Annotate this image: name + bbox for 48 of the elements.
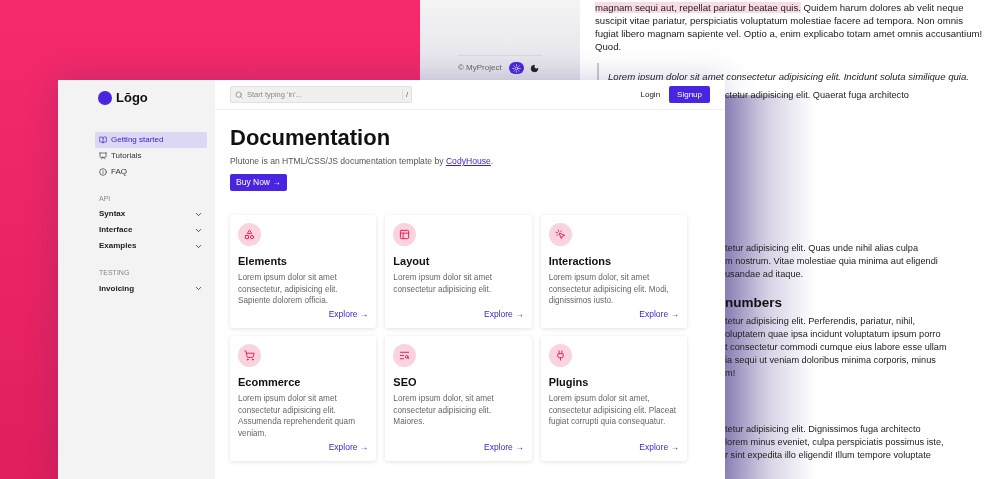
nav-item[interactable]: Tutorials — [95, 147, 207, 164]
text-line: r sint expedita illo eligendi! Illum tempore voluptate — [725, 449, 932, 462]
buy-button[interactable]: Buy Now → — [230, 173, 287, 191]
card-title: Layout — [393, 253, 431, 269]
text-line: m nostrum. Vitae molestiae quia minima aut eligendi — [725, 255, 939, 268]
card-title: SEO — [393, 374, 418, 390]
page-title: Documentation — [230, 125, 392, 151]
card-text: Lorem ipsum dolor, sit amet consectetur adipisicing elit. Modi, dignissimos iusto. — [548, 272, 670, 307]
text-line: tetur adipisicing elit. Quas unde nihil alias culpa — [725, 242, 920, 255]
explore-link[interactable]: Explore → — [328, 308, 369, 321]
nav-group[interactable]: Invoicing — [95, 280, 207, 297]
intro-text: Plutone is an HTML/CSS/JS documentation template by CodyHouse. — [230, 155, 495, 168]
text-line: t consectetur commodi cumque eius labore esse ullam — [725, 341, 948, 354]
text-line: oluptatem quae ipsa incidunt voluptatum ipsum porro — [725, 328, 942, 341]
card-text: Lorem ipsum dolor sit amet consectetur, adipisicing elit. Sapiente dolorem officia. — [238, 272, 339, 307]
text-line: ctetur adipisicing elit. Quaerat fuga architecto — [725, 89, 910, 102]
card-text: Lorem ipsum dolor sit amet, consectetur adipisicing elit. Placeat fugiat corrupti quia consequatur. — [548, 393, 678, 428]
card-text: Lorem ipsum dolor sit amet consectetur adipisicing elit. — [393, 272, 494, 296]
card-text: Lorem ipsum dolor sit amet consectetur adipisicing elit. Assumenda reprehenderit quam veniam. — [238, 393, 356, 440]
text-line: tetur adipisicing elit. Dignissimos fuga architecto — [725, 423, 922, 436]
text-line: lorem minus eveniet, culpa perspiciatis possimus iste, — [725, 436, 945, 449]
nav-item[interactable]: FAQ — [95, 163, 207, 180]
block-quote: Lorem ipsum dolor sit amet consectetur adipisicing elit. Incidunt soluta similique quia. — [608, 71, 969, 82]
copyright-text: © MyProject — [458, 62, 502, 74]
text-line: tetur adipisicing elit. Perferendis, pariatur, nihil, — [725, 315, 916, 328]
logo-text: Lōgo — [116, 89, 148, 107]
article-paragraph: magnam sequi aut, repellat pariatur beatae quis. Quidem harum dolores ab velit neque suscipit vitae pariatur, perspiciatis voluptatum molestiae facere ad tempora. Non omnis fugiat libero magnam sapiente vel. Optio a, enim explicabo totam amet omnis accusantium! Quod. — [595, 1, 983, 53]
explore-link[interactable]: Explore → — [639, 441, 679, 454]
card-title: Elements — [238, 253, 288, 269]
text-line: m! — [725, 367, 737, 380]
signup-button[interactable]: Signup — [669, 86, 710, 103]
codyhouse-link[interactable]: CodyHouse — [445, 156, 491, 166]
text-line: ia sequi ut veniam doloribus minima corporis, minus — [725, 354, 937, 367]
explore-link[interactable]: Explore → — [483, 308, 524, 321]
explore-link[interactable]: Explore → — [328, 441, 369, 454]
card-title: Interactions — [548, 253, 612, 269]
login-link[interactable]: Login — [640, 88, 661, 101]
text-line: usandae ad itaque. — [725, 268, 805, 281]
explore-link[interactable]: Explore → — [639, 308, 679, 321]
nav-item[interactable]: Getting started — [95, 131, 207, 148]
section-heading: numbers — [725, 294, 783, 312]
nav-group[interactable]: Syntax — [95, 206, 207, 222]
explore-link[interactable]: Explore → — [483, 441, 524, 454]
card-title: Plugins — [548, 374, 590, 390]
nav-group[interactable]: Examples — [95, 238, 207, 254]
nav-group[interactable]: Interface — [95, 222, 207, 238]
card-title: Ecommerce — [238, 374, 302, 390]
card-text: Lorem ipsum dolor, sit amet consectetur adipisicing elit. Maiores. — [393, 393, 495, 428]
